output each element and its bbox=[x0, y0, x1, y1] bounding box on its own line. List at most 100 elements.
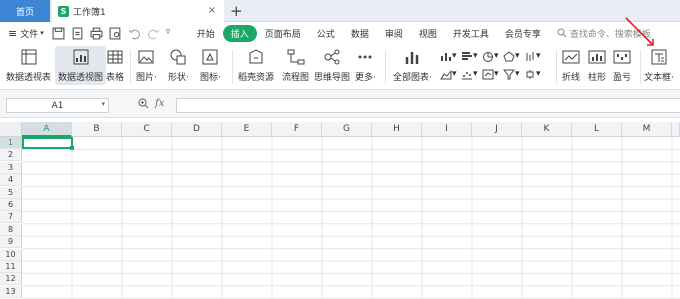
row-header[interactable]: 13 bbox=[0, 285, 22, 298]
column-header[interactable]: J bbox=[472, 122, 522, 137]
sparkline-column-button[interactable]: 柱形 bbox=[588, 48, 606, 83]
more-button[interactable]: 更多· bbox=[355, 48, 376, 83]
tab-start[interactable]: 开始 bbox=[189, 25, 223, 42]
file-menu[interactable]: ≡ 文件 ▾ bbox=[8, 27, 44, 40]
all-charts-button[interactable]: 全部图表· bbox=[393, 48, 432, 83]
preview-icon[interactable] bbox=[109, 27, 122, 40]
row-header[interactable]: 6 bbox=[0, 199, 22, 211]
export-icon[interactable] bbox=[71, 27, 84, 40]
pivot-table-label: 数据透视表 bbox=[6, 73, 52, 83]
funnel-chart-icon[interactable]: ▾ bbox=[503, 68, 522, 80]
row-header[interactable]: 12 bbox=[0, 273, 22, 286]
shape-button[interactable]: 形状· bbox=[168, 48, 189, 83]
box-chart-icon[interactable]: ▾ bbox=[524, 68, 543, 80]
shape-icon bbox=[169, 48, 187, 66]
redo-icon[interactable] bbox=[147, 27, 160, 40]
tab-view[interactable]: 视图 bbox=[411, 25, 445, 42]
row-header[interactable]: 1 bbox=[0, 137, 22, 149]
radar-chart-icon[interactable]: ▾ bbox=[503, 50, 522, 62]
tab-formula[interactable]: 公式 bbox=[309, 25, 343, 42]
tab-workbook[interactable]: S 工作簿1 × bbox=[52, 0, 224, 22]
row-header[interactable]: 8 bbox=[0, 223, 22, 236]
sparkline-winloss-icon bbox=[613, 48, 631, 66]
column-header[interactable]: K bbox=[522, 122, 572, 137]
column-header[interactable]: I bbox=[422, 122, 472, 137]
column-header[interactable]: L bbox=[572, 122, 622, 137]
more-chevron-icon[interactable]: ▿ bbox=[166, 27, 179, 40]
docer-resources-button[interactable]: 稻壳资源 bbox=[238, 48, 274, 83]
stock-chart-icon[interactable]: ▾ bbox=[524, 50, 543, 62]
scatter-chart-icon[interactable]: ▾ bbox=[461, 68, 480, 80]
select-all-corner[interactable] bbox=[0, 122, 22, 137]
tab-home[interactable]: 首页 bbox=[0, 0, 50, 22]
text-box-icon bbox=[650, 48, 668, 66]
fill-handle[interactable] bbox=[70, 146, 74, 150]
icon-label: 图标· bbox=[200, 73, 221, 83]
formula-input[interactable] bbox=[176, 98, 680, 113]
tab-workbook-label: 工作簿1 bbox=[73, 7, 106, 18]
mind-map-button[interactable]: 思维导图 bbox=[314, 48, 350, 83]
row-header[interactable]: 7 bbox=[0, 211, 22, 224]
save-icon[interactable] bbox=[52, 27, 65, 40]
tab-review[interactable]: 审阅 bbox=[377, 25, 411, 42]
column-header[interactable]: A bbox=[22, 122, 72, 137]
tab-data[interactable]: 数据 bbox=[343, 25, 377, 42]
column-header[interactable]: D bbox=[172, 122, 222, 137]
picture-button[interactable]: 图片· bbox=[136, 48, 157, 83]
column-header[interactable]: H bbox=[372, 122, 422, 137]
column-header[interactable]: E bbox=[222, 122, 272, 137]
sparkline-line-button[interactable]: 折线 bbox=[562, 48, 580, 83]
new-tab-button[interactable]: + bbox=[230, 2, 243, 20]
tab-developer[interactable]: 开发工具 bbox=[445, 25, 497, 42]
text-box-button[interactable]: 文本框· bbox=[644, 48, 674, 83]
tab-page-layout[interactable]: 页面布局 bbox=[257, 25, 309, 42]
area-chart-icon[interactable]: ▾ bbox=[440, 68, 459, 80]
icon-button[interactable]: 图标· bbox=[200, 48, 221, 83]
flowchart-label: 流程图 bbox=[282, 73, 310, 83]
pivot-chart-label: 数据透视图 bbox=[58, 73, 104, 83]
active-cell[interactable] bbox=[22, 137, 73, 149]
zoom-icon[interactable] bbox=[138, 98, 149, 109]
ribbon-separator bbox=[130, 50, 131, 84]
column-header[interactable]: F bbox=[272, 122, 322, 137]
row-header[interactable]: 2 bbox=[0, 149, 22, 162]
row-header[interactable]: 10 bbox=[0, 248, 22, 261]
cell-gridlines[interactable] bbox=[22, 137, 680, 299]
fx-icon[interactable]: fx bbox=[155, 98, 164, 109]
name-box[interactable]: A1 ▾ bbox=[6, 98, 109, 113]
sparkline-line-label: 折线 bbox=[562, 73, 581, 83]
row-header[interactable]: 5 bbox=[0, 186, 22, 199]
bar-chart-icon[interactable]: ▾ bbox=[461, 50, 480, 62]
row-header[interactable]: 11 bbox=[0, 261, 22, 273]
combo-chart-icon[interactable]: ▾ bbox=[482, 68, 501, 80]
sparkline-winloss-button[interactable]: 盈亏 bbox=[613, 48, 631, 83]
column-header[interactable]: M bbox=[622, 122, 672, 137]
sparkline-column-label: 柱形 bbox=[588, 73, 607, 83]
pivot-table-icon bbox=[20, 48, 38, 66]
icon-library-icon bbox=[201, 48, 219, 66]
pivot-chart-button[interactable]: 数据透视图 bbox=[55, 46, 107, 85]
column-chart-icon[interactable]: ▾ bbox=[440, 50, 459, 62]
quick-access-toolbar: ▿ bbox=[52, 27, 179, 40]
chevron-down-icon: ▾ bbox=[40, 29, 44, 37]
all-charts-icon bbox=[403, 48, 421, 66]
pivot-table-button[interactable]: 数据透视表 bbox=[6, 48, 51, 83]
tab-member[interactable]: 会员专享 bbox=[497, 25, 549, 42]
search-icon bbox=[557, 28, 567, 38]
row-header[interactable]: 3 bbox=[0, 161, 22, 174]
row-header[interactable]: 9 bbox=[0, 236, 22, 249]
print-icon[interactable] bbox=[90, 27, 103, 40]
column-header[interactable]: C bbox=[122, 122, 172, 137]
sparkline-line-icon bbox=[562, 48, 580, 66]
row-header[interactable]: 4 bbox=[0, 174, 22, 187]
flowchart-button[interactable]: 流程图 bbox=[282, 48, 309, 83]
column-header[interactable]: G bbox=[322, 122, 372, 137]
table-button[interactable]: 表格 bbox=[106, 48, 124, 83]
mind-map-label: 思维导图 bbox=[314, 73, 351, 83]
pie-chart-icon[interactable]: ▾ bbox=[482, 50, 501, 62]
undo-icon[interactable] bbox=[128, 27, 141, 40]
close-icon[interactable]: × bbox=[208, 5, 216, 16]
spreadsheet-grid: ABCDEFGHIJKLM 1 2 3 4 5 6 7 8 9 10 11 12 13 bbox=[0, 118, 680, 299]
column-header[interactable]: B bbox=[72, 122, 122, 137]
tab-insert[interactable]: 插入 bbox=[222, 24, 257, 42]
